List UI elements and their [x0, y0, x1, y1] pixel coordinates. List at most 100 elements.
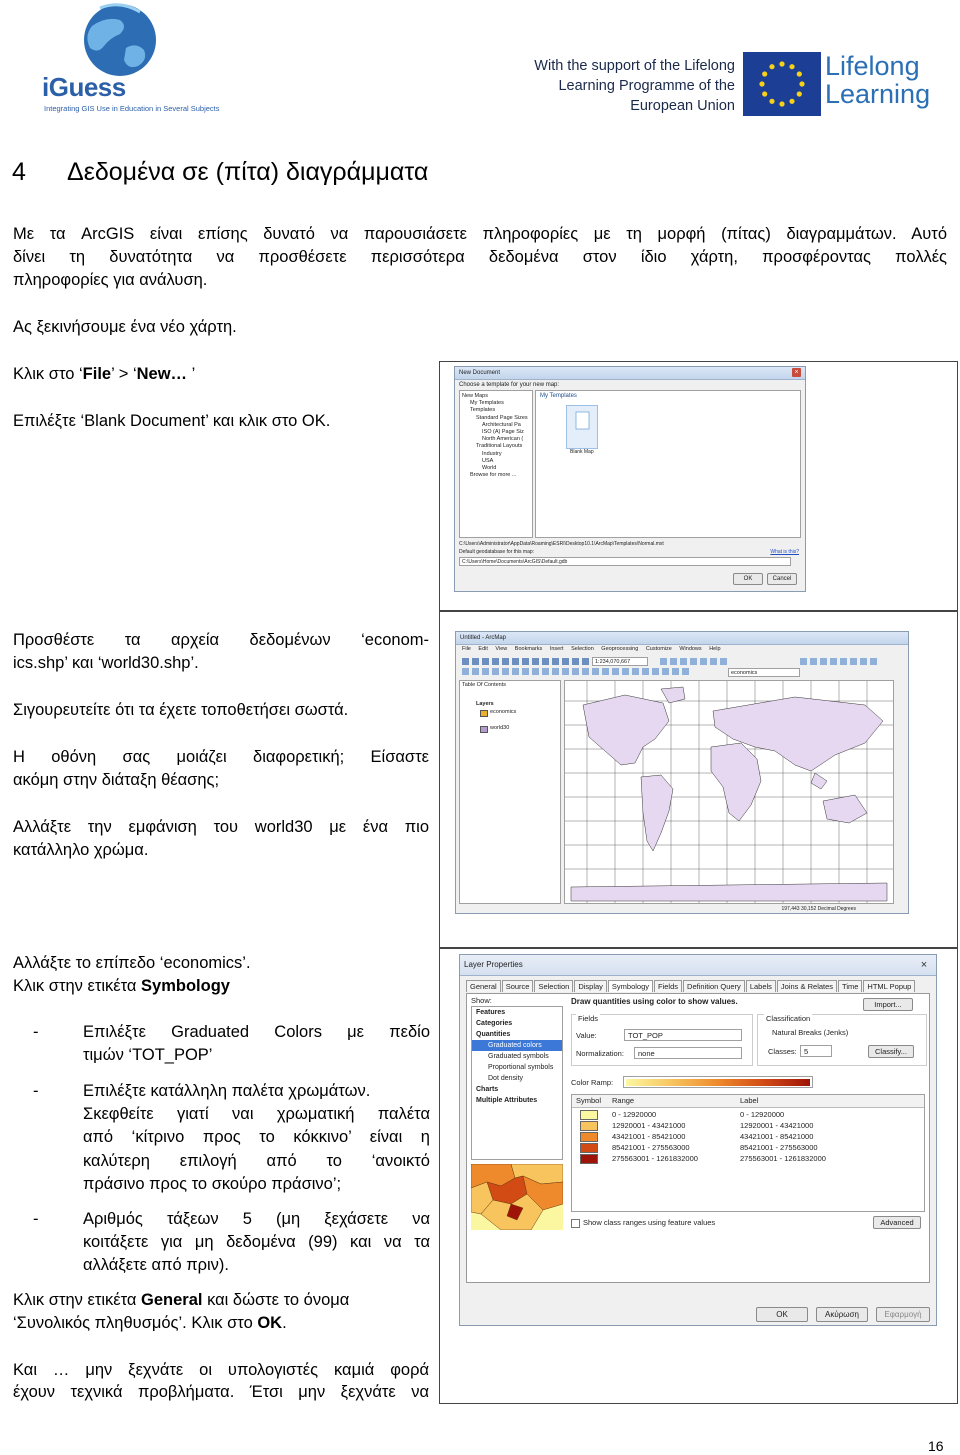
tab-definition-query[interactable]: Definition Query — [683, 980, 745, 992]
tree-item[interactable]: ISO (A) Page Siz — [462, 429, 530, 436]
toc-world30[interactable]: world30 — [490, 725, 509, 731]
menu-view[interactable]: View — [495, 646, 507, 652]
class-row[interactable]: 12920001 - 43421000 12920001 - 43421000 — [572, 1120, 924, 1131]
show-tree-item[interactable]: Proportional symbols — [472, 1062, 562, 1073]
class-label: 12920001 - 43421000 — [740, 1121, 814, 1130]
class-symbol-swatch[interactable] — [580, 1121, 598, 1131]
show-tree-item[interactable]: Categories — [472, 1018, 562, 1029]
tab-source[interactable]: Source — [501, 980, 534, 992]
menu-file[interactable]: File — [462, 646, 471, 652]
class-row[interactable]: 85421001 - 275563000 85421001 - 275563000 — [572, 1142, 924, 1153]
cancel-button[interactable]: Cancel — [767, 573, 797, 585]
tab-fields[interactable]: Fields — [654, 980, 683, 992]
tree-item[interactable]: New Maps — [462, 393, 530, 400]
menu-windows[interactable]: Windows — [679, 646, 701, 652]
advanced-button[interactable]: Advanced — [873, 1216, 921, 1229]
menu-bookmarks[interactable]: Bookmarks — [515, 646, 543, 652]
tree-item[interactable]: Architectural Pa — [462, 422, 530, 429]
tree-item[interactable]: Standard Page Sizes — [462, 415, 530, 422]
section-heading: 4 Δεδομένα σε (πίτα) διαγράμματα — [12, 158, 428, 187]
class-row[interactable]: 43421001 - 85421000 43421001 - 85421000 — [572, 1131, 924, 1142]
tab-symbology[interactable]: Symbology — [607, 980, 654, 992]
text-fragment: ’ > ‘ — [111, 365, 137, 383]
add-data-line: Προσθέστε τα αρχεία δεδομένων ‘econom- — [13, 631, 429, 649]
ok-button[interactable]: OK — [756, 1307, 808, 1322]
symbology-ref: Symbology — [141, 977, 230, 995]
tree-item[interactable]: USA — [462, 458, 530, 465]
show-ranges-option[interactable]: Show class ranges using feature values — [571, 1218, 715, 1228]
import-button[interactable]: Import... — [863, 998, 913, 1011]
color-ramp-select[interactable] — [623, 1076, 813, 1088]
menu-selection[interactable]: Selection — [571, 646, 594, 652]
what-is-this-link[interactable]: What is this? — [770, 549, 799, 555]
tree-item[interactable]: North American ( — [462, 436, 530, 443]
blank-map-label: Blank Map — [570, 449, 594, 455]
gdb-path-field[interactable]: C:\Users\Home\Documents\ArcGIS\Default.g… — [459, 557, 791, 566]
eu-star-icon — [789, 64, 795, 70]
tab-labels[interactable]: Labels — [745, 980, 776, 992]
show-ranges-checkbox[interactable] — [571, 1218, 580, 1228]
classify-button[interactable]: Classify... — [868, 1045, 914, 1058]
tree-item[interactable]: My Templates — [462, 400, 530, 407]
bullet-line: πράσινο προς το σκούρο πράσινο’; — [83, 1174, 342, 1193]
tab-html-popup[interactable]: HTML Popup — [863, 980, 916, 992]
class-row[interactable]: 275563001 - 1261832000 275563001 - 126183… — [572, 1153, 924, 1164]
tab-time[interactable]: Time — [838, 980, 863, 992]
toc-layers[interactable]: Layers — [476, 701, 494, 707]
ok-ref: OK — [257, 1314, 283, 1332]
menu-help[interactable]: Help — [709, 646, 720, 652]
eu-star-icon — [779, 61, 785, 67]
menu-customize[interactable]: Customize — [646, 646, 672, 652]
lifelong-word: Lifelong — [825, 51, 920, 81]
ok-button[interactable]: OK — [733, 573, 763, 585]
layer-combo[interactable]: economics — [728, 668, 800, 677]
toolbar-icons[interactable] — [460, 656, 900, 678]
color-ramp-swatch — [626, 1079, 810, 1086]
class-symbol-swatch[interactable] — [580, 1132, 598, 1142]
tree-item[interactable]: Industry — [462, 451, 530, 458]
class-symbol-swatch[interactable] — [580, 1154, 598, 1164]
value-select[interactable]: TOT_POP — [624, 1029, 742, 1041]
blank-map-tile[interactable] — [566, 405, 598, 449]
class-table[interactable]: Symbol Range Label 0 - 12920000 0 - 12920… — [571, 1094, 925, 1212]
tree-item[interactable]: Traditional Layouts — [462, 443, 530, 450]
show-tree-item[interactable]: Quantities — [472, 1029, 562, 1040]
cancel-button[interactable]: Ακύρωση — [816, 1307, 868, 1322]
tree-item[interactable]: Templates — [462, 407, 530, 414]
close-icon[interactable]: × — [918, 959, 930, 971]
bullet-line: Επιλέξτε κατάλληλη παλέτα χρωμάτων. — [83, 1082, 371, 1100]
color-ramp-label: Color Ramp: — [571, 1078, 614, 1087]
class-symbol-swatch[interactable] — [580, 1143, 598, 1153]
tab-selection[interactable]: Selection — [534, 980, 574, 992]
tree-item[interactable]: Browse for more ... — [462, 472, 530, 479]
template-tree[interactable]: New Maps My Templates Templates Standard… — [459, 390, 533, 538]
scale-combo[interactable]: 1:234,070,667 — [592, 657, 648, 666]
show-tree-item-selected[interactable]: Graduated colors — [472, 1040, 562, 1051]
map-view[interactable] — [564, 680, 894, 904]
show-tree-item[interactable]: Charts — [472, 1084, 562, 1095]
tab-general[interactable]: General — [466, 980, 501, 992]
bullet-line: Σκεφθείτε γιατί ναι χρωματική παλέτα — [83, 1105, 430, 1124]
text-fragment: ’ — [187, 365, 196, 383]
show-tree-item[interactable]: Multiple Attributes — [472, 1095, 562, 1106]
show-tree[interactable]: Features Categories Quantities Graduated… — [471, 1006, 563, 1160]
apply-button[interactable]: Εφαρμογή — [876, 1307, 930, 1322]
tab-display[interactable]: Display — [574, 980, 607, 992]
menu-geoprocessing[interactable]: Geoprocessing — [601, 646, 638, 652]
show-tree-item[interactable]: Graduated symbols — [472, 1051, 562, 1062]
class-row[interactable]: 0 - 12920000 0 - 12920000 — [572, 1109, 924, 1120]
classes-select[interactable]: 5 — [800, 1045, 832, 1057]
menu-edit[interactable]: Edit — [478, 646, 487, 652]
arcmap-window: Untitled - ArcMap File Edit View Bookmar… — [455, 631, 909, 914]
tree-item[interactable]: World — [462, 465, 530, 472]
menu-insert[interactable]: Insert — [550, 646, 564, 652]
normalization-select[interactable]: none — [634, 1047, 742, 1059]
show-tree-item[interactable]: Features — [472, 1007, 562, 1018]
close-icon[interactable]: × — [792, 368, 801, 377]
template-path: C:\Users\Administrator\AppData\Roaming\E… — [459, 541, 664, 547]
class-symbol-swatch[interactable] — [580, 1110, 598, 1120]
show-tree-item[interactable]: Dot density — [472, 1073, 562, 1084]
toc-economics[interactable]: economics — [490, 709, 516, 715]
tab-joins-relates[interactable]: Joins & Relates — [776, 980, 838, 992]
classes-label: Classes: — [768, 1047, 797, 1056]
